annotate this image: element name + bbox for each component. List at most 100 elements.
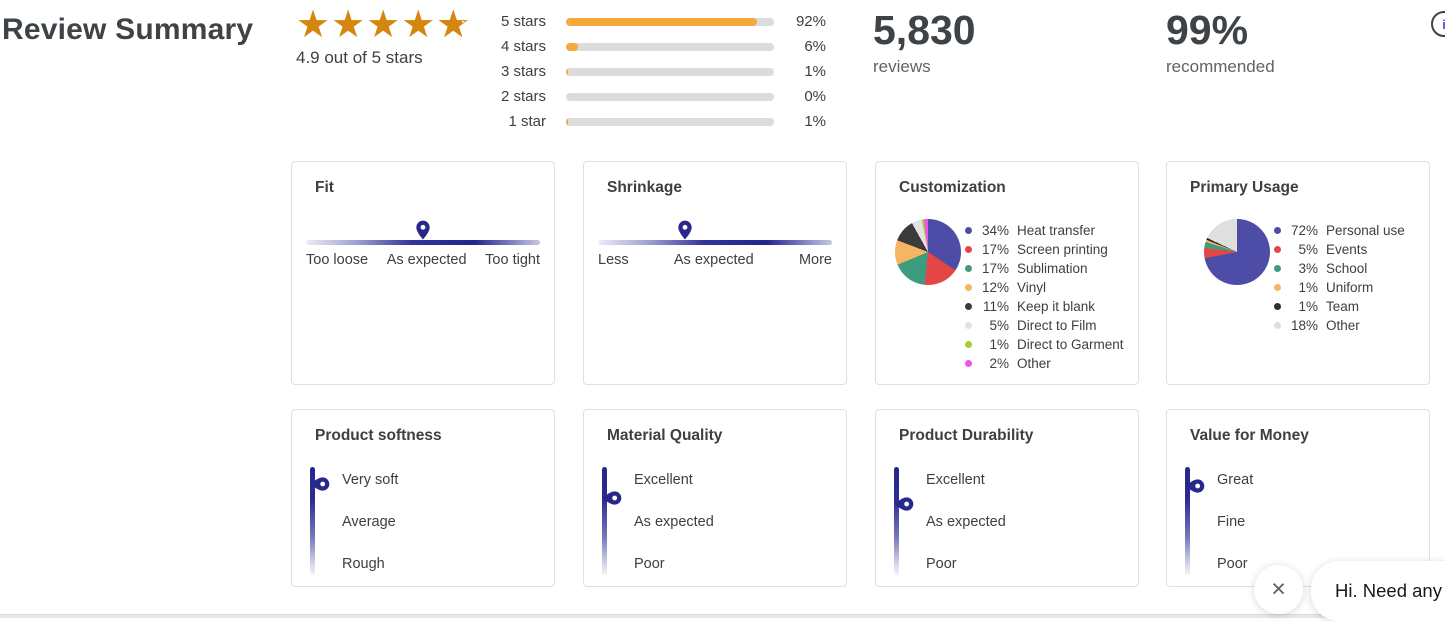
legend-percent: 2% [979, 356, 1009, 371]
slider-track [306, 240, 540, 245]
slider-label-left: Less [598, 252, 629, 268]
legend-percent: 17% [979, 261, 1009, 276]
rating-histogram: 5 stars 92% 4 stars 6% 3 stars 1% 2 star… [480, 9, 826, 134]
rating-bar-row-1[interactable]: 1 star 1% [480, 109, 826, 134]
slider-label-center: As expected [674, 252, 754, 268]
scale-option: Great [1217, 459, 1253, 501]
legend-row: 18%Other [1274, 316, 1405, 335]
rating-bar-row-5[interactable]: 5 stars 92% [480, 9, 826, 34]
durability-slider [894, 467, 928, 575]
legend-percent: 1% [1288, 299, 1318, 314]
legend-row: 5%Events [1274, 240, 1405, 259]
close-icon: × [1271, 575, 1286, 604]
rating-bar-track [566, 68, 774, 76]
scale-option: Excellent [634, 459, 714, 501]
star-rating-icons: ★★★★☆★ [296, 6, 471, 44]
rating-bar-label: 3 stars [480, 63, 546, 80]
rating-bar-row-4[interactable]: 4 stars 6% [480, 34, 826, 59]
card-title: Fit [315, 179, 334, 197]
card-shrinkage: Shrinkage Less As expected More [583, 161, 847, 385]
pin-icon [415, 220, 431, 240]
reviews-count-stat: 5,830 reviews [873, 9, 976, 77]
recommended-label: recommended [1166, 57, 1275, 77]
card-material-quality: Material Quality Excellent As expected P… [583, 409, 847, 587]
slider-label-right: More [799, 252, 832, 268]
legend-label: Events [1326, 242, 1367, 257]
chat-close-button[interactable]: × [1254, 565, 1303, 614]
legend-dot [965, 246, 972, 253]
chat-message-bubble[interactable]: Hi. Need any hel [1311, 561, 1445, 621]
reviews-count: 5,830 [873, 9, 976, 52]
card-customization: Customization 34%Heat transfer 17%Screen… [875, 161, 1139, 385]
legend-row: 17%Sublimation [965, 259, 1124, 278]
recommended-stat: 99% recommended [1166, 9, 1275, 77]
pin-icon [312, 474, 332, 494]
card-title: Primary Usage [1190, 179, 1299, 197]
star-fill-icon: ★ [436, 6, 461, 44]
rating-bar-label: 4 stars [480, 38, 546, 55]
legend-dot [965, 284, 972, 291]
legend-percent: 18% [1288, 318, 1318, 333]
rating-bar-percent: 1% [774, 63, 826, 80]
customization-legend: 34%Heat transfer 17%Screen printing 17%S… [965, 221, 1124, 373]
rating-bar-label: 1 star [480, 113, 546, 130]
rating-bar-track [566, 118, 774, 126]
page-title: Review Summary [2, 13, 253, 47]
reviews-label: reviews [873, 57, 976, 77]
legend-label: Direct to Film [1017, 318, 1097, 333]
legend-dot [965, 227, 972, 234]
legend-label: Uniform [1326, 280, 1373, 295]
softness-slider [310, 467, 344, 575]
legend-percent: 11% [979, 299, 1009, 314]
card-title: Value for Money [1190, 427, 1309, 445]
legend-dot [965, 303, 972, 310]
customization-pie-chart [895, 219, 961, 285]
legend-dot [1274, 322, 1281, 329]
rating-bar-row-3[interactable]: 3 stars 1% [480, 59, 826, 84]
info-icon[interactable]: i [1431, 11, 1445, 37]
rating-bar-percent: 92% [774, 13, 826, 30]
legend-label: Direct to Garment [1017, 337, 1124, 352]
slider-track [598, 240, 832, 245]
scale-option: Poor [1217, 543, 1253, 585]
card-title: Customization [899, 179, 1006, 197]
legend-dot [965, 322, 972, 329]
card-product-softness: Product softness Very soft Average Rough [291, 409, 555, 587]
card-title: Product softness [315, 427, 442, 445]
legend-row: 12%Vinyl [965, 278, 1124, 297]
material-quality-slider [602, 467, 636, 575]
legend-row: 2% Other [965, 354, 1124, 373]
rating-bar-row-2[interactable]: 2 stars 0% [480, 84, 826, 109]
scale-option: Poor [926, 543, 1006, 585]
scale-option: Fine [1217, 501, 1253, 543]
pin-icon [896, 494, 916, 514]
bottom-section-divider [0, 614, 1445, 618]
card-fit: Fit Too loose As expected Too tight [291, 161, 555, 385]
legend-label: School [1326, 261, 1367, 276]
legend-dot [965, 341, 972, 348]
legend-row: 1% Direct to Garment [965, 335, 1124, 354]
legend-label: Team [1326, 299, 1359, 314]
legend-dot [1274, 303, 1281, 310]
slider-track [602, 467, 607, 575]
legend-label: Vinyl [1017, 280, 1046, 295]
pin-icon [604, 488, 624, 508]
legend-label: Keep it blank [1017, 299, 1095, 314]
legend-label: Other [1017, 356, 1051, 371]
primary-usage-legend: 72%Personal use 5%Events 3%School 1%Unif… [1274, 221, 1405, 335]
recommended-percent: 99% [1166, 9, 1275, 52]
slider-label-center: As expected [387, 252, 467, 268]
scale-option: Very soft [342, 459, 398, 501]
scale-option: As expected [634, 501, 714, 543]
card-title: Product Durability [899, 427, 1033, 445]
legend-row: 3%School [1274, 259, 1405, 278]
rating-caption: 4.9 out of 5 stars [296, 48, 471, 68]
slider-label-left: Too loose [306, 252, 368, 268]
rating-bar-percent: 1% [774, 113, 826, 130]
legend-percent: 1% [979, 337, 1009, 352]
legend-percent: 17% [979, 242, 1009, 257]
legend-label: Heat transfer [1017, 223, 1095, 238]
legend-label: Screen printing [1017, 242, 1108, 257]
rating-bar-percent: 6% [774, 38, 826, 55]
scale-option: Poor [634, 543, 714, 585]
